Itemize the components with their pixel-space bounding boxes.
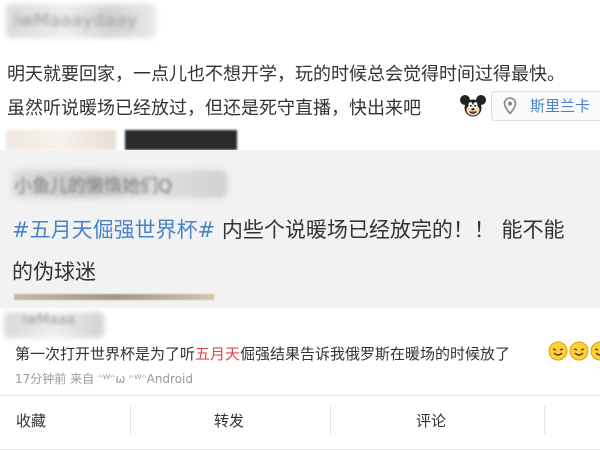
comment-text-highlight: 五月天: [195, 345, 241, 363]
comment-text-after: 倔强结果告诉我俄罗斯在暖场的时候放了: [240, 345, 511, 363]
action-separator: [544, 406, 545, 434]
comment-time: 17分钟前: [15, 372, 67, 386]
post-image-2[interactable]: [125, 130, 237, 150]
comment-source-prefix: 来自: [70, 372, 95, 386]
post-text-line1: 明天就要回家，一点儿也不想开学，玩的时候总会觉得时间过得最快。: [7, 64, 565, 85]
action-separator: [130, 406, 131, 434]
comment-source[interactable]: ᵔᵂᵔω ᵔᵂᵔAndroid: [98, 372, 193, 386]
repost-image[interactable]: [14, 294, 214, 300]
location-pin-icon: [503, 97, 517, 115]
repost-text-rest: 内些个说暖场已经放完的！！ 能不能: [215, 218, 565, 242]
favorite-button[interactable]: 收藏: [16, 410, 46, 431]
author-name[interactable]: iwMaaaydaay: [14, 10, 137, 31]
comment-text: 第一次打开世界杯是为了听五月天倔强结果告诉我俄罗斯在暖场的时候放了: [15, 343, 510, 364]
mickey-mouse-icon: [460, 95, 486, 117]
action-separator: [330, 406, 331, 434]
smile-emoji-icon: [590, 341, 600, 361]
comment-author-name[interactable]: iwMaaa: [22, 312, 75, 328]
repost-author-name[interactable]: 小鱼儿的懒惰她们Q: [14, 172, 172, 198]
hashtag-link[interactable]: #五月天倔强世界杯#: [12, 218, 215, 242]
smile-emoji-icon: [569, 341, 589, 361]
comment-meta: 17分钟前 来自 ᵔᵂᵔω ᵔᵂᵔAndroid: [15, 370, 193, 387]
comment-text-before: 第一次打开世界杯是为了听: [15, 345, 196, 363]
repost-button[interactable]: 转发: [214, 410, 244, 431]
repost-text-line2: 的伪球迷: [12, 260, 96, 284]
action-bar-divider: [0, 395, 600, 396]
post-image-1[interactable]: [6, 130, 116, 150]
post-text-line2: 虽然听说暖场已经放过，但还是死守直播，快出来吧: [7, 98, 421, 119]
repost-text-line1: #五月天倔强世界杯# 内些个说暖场已经放完的！！ 能不能: [12, 214, 565, 244]
comment-button[interactable]: 评论: [416, 410, 446, 431]
location-label[interactable]: 斯里兰卡: [530, 95, 590, 116]
smile-emoji-icon: [548, 341, 568, 361]
